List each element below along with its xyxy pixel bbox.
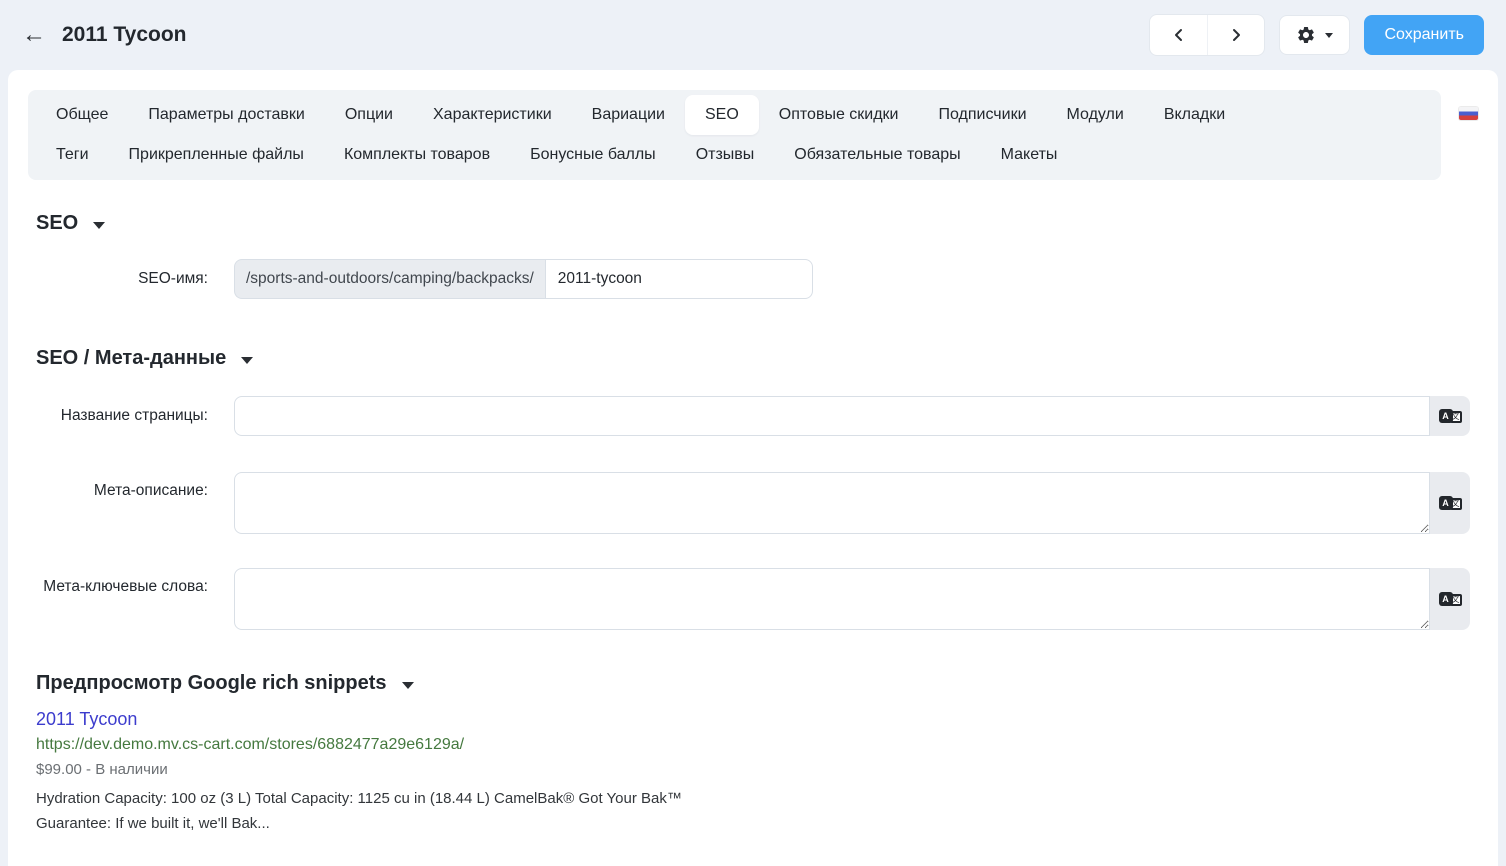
seo-section-title: SEO <box>36 212 78 235</box>
translate-addon[interactable]: A文 <box>1430 472 1470 534</box>
tab-qty-discounts[interactable]: Оптовые скидки <box>759 95 919 135</box>
meta-description-input[interactable] <box>234 472 1430 534</box>
next-product-button[interactable] <box>1207 15 1264 55</box>
meta-section-heading[interactable]: SEO / Мета-данные <box>36 347 1470 370</box>
page-title-input[interactable] <box>234 396 1430 436</box>
caret-down-icon <box>241 357 253 364</box>
preview-section-title: Предпросмотр Google rich snippets <box>36 672 387 695</box>
tab-required-products[interactable]: Обязательные товары <box>774 135 980 175</box>
tab-general[interactable]: Общее <box>36 95 128 135</box>
tab-shipping-properties[interactable]: Параметры доставки <box>128 95 324 135</box>
tab-bar: Общее Параметры доставки Опции Характери… <box>28 90 1441 180</box>
translate-icon: A文 <box>1439 592 1462 606</box>
gear-icon <box>1296 25 1316 45</box>
back-arrow-icon[interactable]: ← <box>22 23 46 47</box>
snippet-url: https://dev.demo.mv.cs-cart.com/stores/6… <box>36 736 726 754</box>
translate-icon: A文 <box>1439 409 1462 423</box>
tab-attachments[interactable]: Прикрепленные файлы <box>109 135 324 175</box>
tab-reward-points[interactable]: Бонусные баллы <box>510 135 676 175</box>
seo-name-row: SEO-имя: /sports-and-outdoors/camping/ba… <box>8 259 1470 299</box>
tab-addons[interactable]: Модули <box>1047 95 1144 135</box>
translate-icon: A文 <box>1439 496 1462 510</box>
tab-features[interactable]: Характеристики <box>413 95 572 135</box>
prev-product-button[interactable] <box>1150 15 1207 55</box>
snippet-title: 2011 Tycoon <box>36 709 726 730</box>
save-button[interactable]: Сохранить <box>1364 15 1484 55</box>
caret-down-icon <box>1325 33 1333 38</box>
meta-section-title: SEO / Мета-данные <box>36 347 226 370</box>
page-title: 2011 Tycoon <box>62 23 187 47</box>
meta-keywords-label: Мета-ключевые слова: <box>8 568 234 596</box>
caret-down-icon <box>402 682 414 689</box>
settings-dropdown-button[interactable] <box>1279 15 1350 55</box>
google-snippet-preview: 2011 Tycoon https://dev.demo.mv.cs-cart.… <box>36 709 726 836</box>
translate-addon[interactable]: A文 <box>1430 568 1470 630</box>
tab-options[interactable]: Опции <box>325 95 413 135</box>
tab-seo[interactable]: SEO <box>685 95 759 135</box>
tab-subscribers[interactable]: Подписчики <box>919 95 1047 135</box>
meta-keywords-input[interactable] <box>234 568 1430 630</box>
page-title-label: Название страницы: <box>8 407 234 425</box>
prev-next-group <box>1149 14 1265 56</box>
meta-description-row: Мета-описание: A文 <box>8 472 1470 534</box>
caret-down-icon <box>93 222 105 229</box>
seo-name-input[interactable] <box>545 259 813 299</box>
snippet-description: Hydration Capacity: 100 oz (3 L) Total C… <box>36 786 726 836</box>
translate-addon[interactable]: A文 <box>1430 396 1470 436</box>
seo-name-label: SEO-имя: <box>8 270 234 288</box>
chevron-left-icon <box>1172 28 1186 42</box>
seo-name-prefix: /sports-and-outdoors/camping/backpacks/ <box>234 259 545 299</box>
preview-section-heading[interactable]: Предпросмотр Google rich snippets <box>36 672 1470 695</box>
product-edit-card: Общее Параметры доставки Опции Характери… <box>8 70 1498 866</box>
meta-keywords-row: Мета-ключевые слова: A文 <box>8 568 1470 630</box>
russian-flag-icon[interactable] <box>1459 107 1478 120</box>
snippet-price-availability: $99.00 - В наличии <box>36 761 726 778</box>
meta-description-label: Мета-описание: <box>8 472 234 500</box>
tab-reviews[interactable]: Отзывы <box>676 135 775 175</box>
tab-tags[interactable]: Теги <box>36 135 109 175</box>
topbar: ← 2011 Tycoon Сохранить <box>0 0 1506 70</box>
chevron-right-icon <box>1229 28 1243 42</box>
tab-layouts[interactable]: Макеты <box>981 135 1078 175</box>
page-title-row: Название страницы: A文 <box>8 396 1470 436</box>
tab-variations[interactable]: Вариации <box>572 95 685 135</box>
tab-tabs[interactable]: Вкладки <box>1144 95 1245 135</box>
seo-section-heading[interactable]: SEO <box>36 212 1470 235</box>
tab-product-bundles[interactable]: Комплекты товаров <box>324 135 510 175</box>
